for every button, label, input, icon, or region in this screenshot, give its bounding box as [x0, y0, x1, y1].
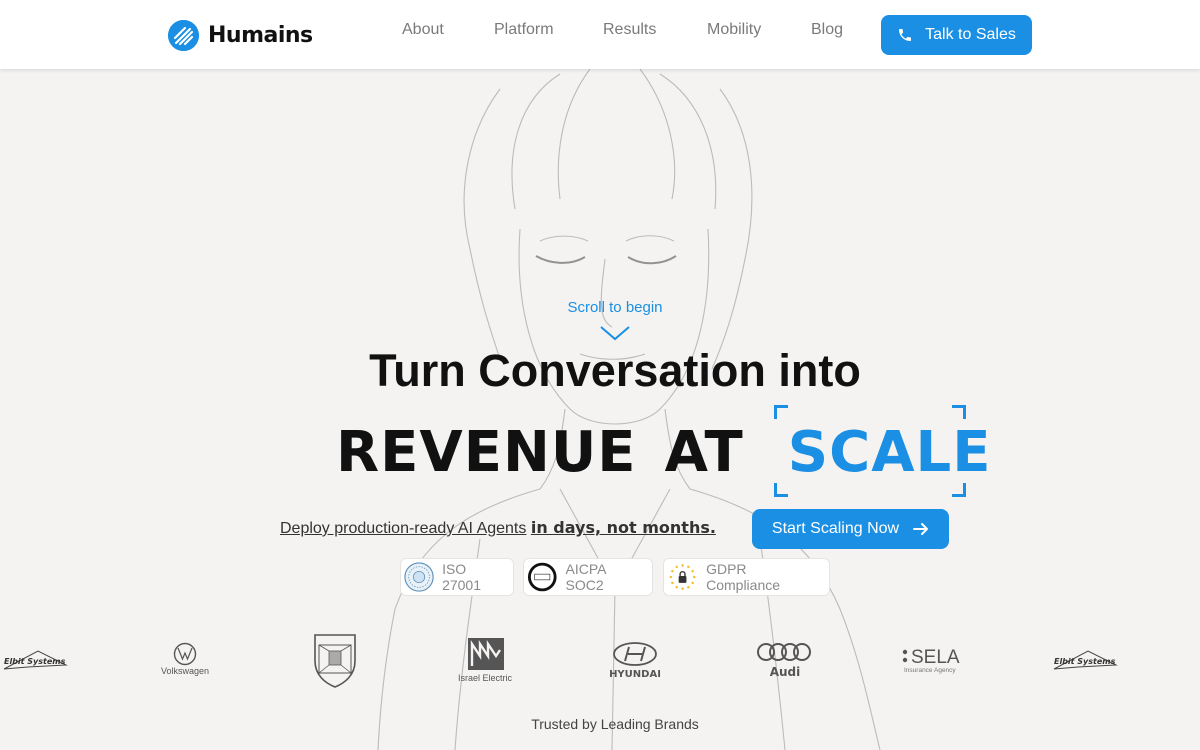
gdpr-lock-icon	[667, 562, 698, 592]
badge-iso-27001: ISO 27001	[400, 558, 514, 596]
talk-to-sales-label: Talk to Sales	[925, 26, 1016, 43]
brand-logo-elbit-systems: Elbit Systems	[3, 650, 68, 670]
bracket-top-left	[773, 405, 788, 419]
headline-word-revenue: REVENUE	[336, 419, 637, 485]
hero-headline-line2: REVENUE AT SCALE	[336, 405, 990, 497]
subline-link[interactable]: Deploy production-ready AI Agents	[280, 520, 526, 537]
logo-wordmark: Humains	[208, 22, 313, 48]
brand-label: Elbit Systems	[1054, 657, 1116, 666]
brand-label: SELA	[911, 647, 960, 668]
headline-word-scale: SCALE	[787, 419, 992, 485]
brand-label: Volkswagen	[161, 666, 209, 676]
badge-label: GDPR Compliance	[706, 561, 781, 593]
brand-sublabel: Insurance Agency	[904, 667, 956, 674]
talk-to-sales-button[interactable]: Talk to Sales	[881, 15, 1032, 55]
iso-seal-icon	[404, 562, 434, 592]
top-navigation-bar: Humains About Platform Results Mobility …	[0, 0, 1200, 69]
brand-logo-elbit-systems-repeat: Elbit Systems	[1053, 650, 1118, 670]
headline-word-at: AT	[664, 419, 744, 485]
brand-logo-sela: SELA Insurance Agency	[902, 647, 960, 674]
badge-gdpr: GDPR Compliance	[663, 558, 830, 596]
brand-label: Elbit Systems	[4, 657, 66, 666]
trusted-by-label: Trusted by Leading Brands	[531, 716, 699, 732]
brand-label: Audi	[770, 665, 801, 679]
brand-label: HYUNDAI	[609, 669, 661, 680]
brand-logo-israel-electric: Israel Electric	[458, 638, 513, 683]
porsche-crest-icon	[314, 634, 356, 688]
brand-label: Israel Electric	[458, 673, 513, 683]
hero-subline: Deploy production-ready AI Agents in day…	[280, 518, 716, 538]
phone-icon	[899, 29, 912, 41]
arrow-right-icon	[913, 523, 929, 535]
start-scaling-button[interactable]: Start Scaling Now	[752, 509, 949, 549]
chevron-down-icon[interactable]	[599, 324, 631, 342]
brand-logo-audi: Audi	[757, 643, 811, 679]
badge-aicpa-soc2: AICPA SOC2	[523, 558, 653, 596]
humains-logo[interactable]: Humains	[168, 19, 313, 51]
brand-logo-hyundai: HYUNDAI	[609, 642, 661, 680]
subline-emphasis: in days, not months.	[530, 518, 716, 537]
nav-mobility[interactable]: Mobility	[707, 21, 761, 39]
badge-label: AICPA SOC2	[565, 561, 606, 593]
nav-blog[interactable]: Blog	[811, 21, 843, 39]
start-scaling-label: Start Scaling Now	[771, 520, 900, 537]
bracket-bottom-left	[773, 483, 788, 497]
nav-platform[interactable]: Platform	[494, 21, 554, 39]
aicpa-soc2-icon	[527, 562, 557, 592]
humains-logo-icon	[168, 19, 199, 51]
scroll-hint-text: Scroll to begin	[567, 299, 663, 316]
bracket-bottom-right	[951, 483, 966, 497]
headline-highlight-frame: SCALE	[773, 405, 990, 497]
hero-headline-line1: Turn Conversation into	[369, 345, 861, 396]
bracket-top-right	[951, 405, 966, 419]
brand-logo-volkswagen: Volkswagen	[161, 642, 209, 676]
nav-results[interactable]: Results	[603, 21, 656, 39]
badge-label: ISO 27001	[442, 561, 482, 593]
nav-about[interactable]: About	[402, 21, 444, 39]
